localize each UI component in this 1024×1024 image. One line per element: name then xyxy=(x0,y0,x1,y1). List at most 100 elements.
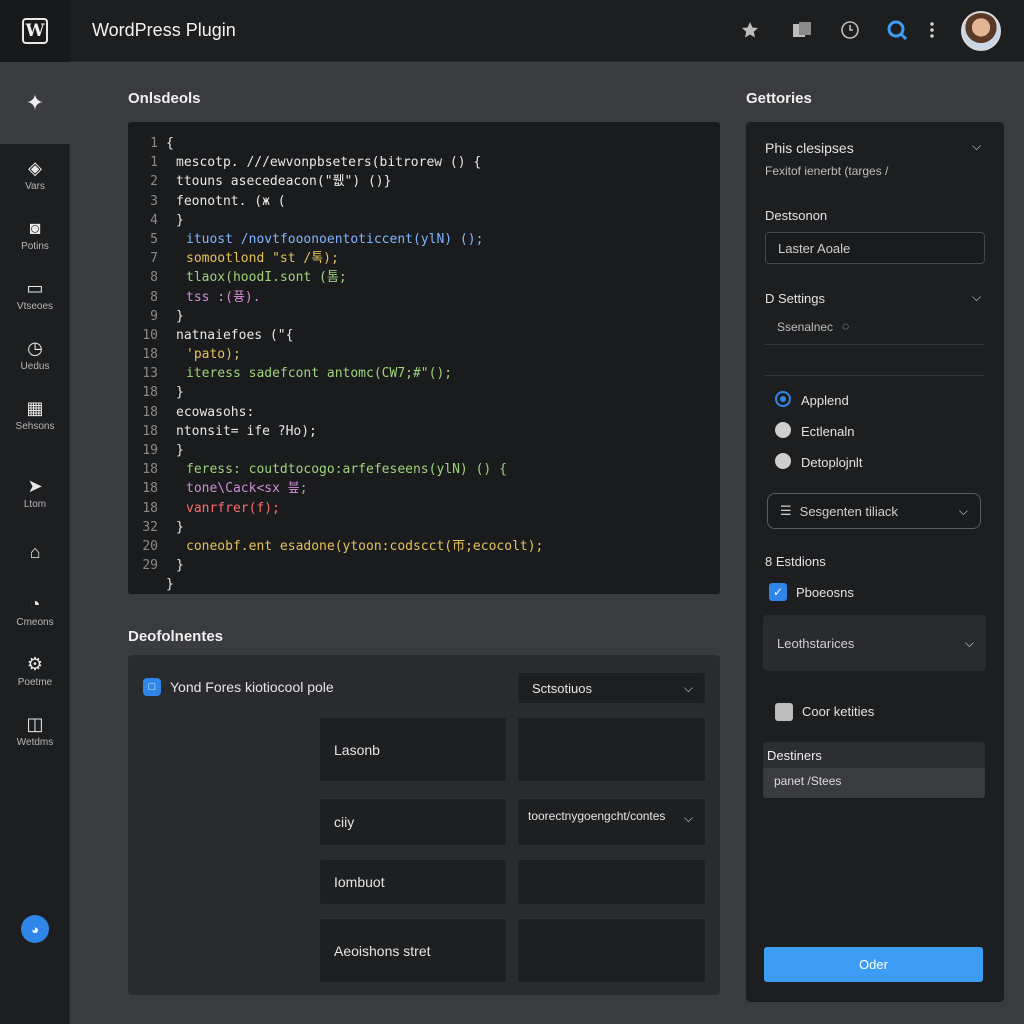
line-number xyxy=(128,575,166,594)
clock-icon[interactable] xyxy=(836,16,864,44)
code-text: 'pato); xyxy=(186,347,241,363)
copy-icon[interactable] xyxy=(788,16,816,44)
dev-row-0-left[interactable]: Lasonb xyxy=(319,717,507,782)
dev-row-3-left[interactable]: Aeoishons stret xyxy=(319,918,507,983)
code-text: ecowasohs: xyxy=(176,404,255,420)
sidebar-item-label: Potins xyxy=(21,240,49,252)
code-line: 4} xyxy=(128,211,720,230)
check-icon: □ xyxy=(148,681,156,693)
sidebar-home[interactable]: ✦ xyxy=(0,62,70,144)
line-number: 3 xyxy=(150,193,158,209)
code-text: iteress sadefcont antomc(CW7;#"(); xyxy=(186,366,453,382)
dev-row-1-select[interactable]: toorectnygoengcht/contes ⌵ xyxy=(517,798,706,846)
code-text: } xyxy=(166,577,174,593)
checkbox-coor-ketities[interactable] xyxy=(775,703,793,721)
dev-row-2-left[interactable]: Iombuot xyxy=(319,859,507,905)
line-number: 18 xyxy=(142,481,158,497)
checkbox-pboeosns[interactable]: ✓ xyxy=(769,583,787,601)
code-line: 18 tone\Cack<sx 븦; xyxy=(128,479,720,498)
sidebar-item-vars[interactable]: ◈ Vars xyxy=(0,146,70,202)
destination-input[interactable]: Laster Aoale xyxy=(765,232,985,264)
destiners-value: panet /Stees xyxy=(774,774,842,788)
chevron-down-icon[interactable]: ⌵ xyxy=(972,139,981,154)
more-icon[interactable] xyxy=(918,16,946,44)
radio-label: Detoplojnlt xyxy=(801,455,863,470)
code-line: 7 somootlond "st /톡); xyxy=(128,249,720,268)
sidebar-item-ltom[interactable]: ➤ Ltom xyxy=(0,464,70,520)
home-icon: ⌂ xyxy=(29,542,41,562)
radio-applend[interactable] xyxy=(775,391,791,407)
app-title: WordPress Plugin xyxy=(92,20,236,40)
divider xyxy=(765,375,984,376)
sidebar-item-label: Uedus xyxy=(20,360,50,372)
checkbox-label: Coor ketities xyxy=(802,704,875,719)
star-icon[interactable] xyxy=(736,16,764,44)
line-number: 18 xyxy=(142,423,158,439)
code-line: 18 feress: coutdtocogo:arfefeseens(ylN) (… xyxy=(128,460,720,479)
line-number: 7 xyxy=(150,251,158,267)
sidebar-item-cmeons[interactable]: ◔ Cmeons xyxy=(0,582,70,638)
line-number: 18 xyxy=(142,404,158,420)
segment-select[interactable]: ☰ Sesgenten tiliack ⌵ xyxy=(767,493,981,529)
code-text: mescotp. ///ewvonpbseters(bitrorew () { xyxy=(176,155,482,171)
dev-row-0-right[interactable] xyxy=(517,717,706,782)
chevron-down-icon[interactable]: ⌵ xyxy=(972,290,981,305)
sidebar-item-uedus[interactable]: ◷ Uedus xyxy=(0,326,70,382)
check-icon: ✓ xyxy=(772,585,784,599)
send-icon: ➤ xyxy=(27,475,43,496)
radio-label: Ectlenaln xyxy=(801,424,855,439)
code-line: 2 ttouns asecedeacon("퓂") ()} xyxy=(128,172,720,191)
code-text: somootlond "st /톡); xyxy=(186,251,339,267)
sidebar-item-label: Sehsons xyxy=(15,420,55,432)
code-text: tlaox(hoodI.sont (톰; xyxy=(186,270,347,286)
line-number: 10 xyxy=(142,327,158,343)
help-icon[interactable]: ◕ xyxy=(21,915,49,943)
code-text: feress: coutdtocogo:arfefeseens(ylN) () … xyxy=(186,462,507,478)
code-text: } xyxy=(176,443,184,458)
dev-row-2-right[interactable] xyxy=(517,859,706,905)
code-line: 19} xyxy=(128,441,720,460)
chevron-down-icon: ⌵ xyxy=(683,811,693,825)
line-number: 18 xyxy=(142,462,158,478)
line-number: 29 xyxy=(142,558,158,574)
code-text: coneobf.ent esadone(ytoon:codscct(帀;ecoc… xyxy=(186,538,544,554)
sidebar-item-poetme[interactable]: ⚙ Poetme xyxy=(0,642,70,698)
search-icon[interactable] xyxy=(883,16,911,44)
gauge-icon: ◔ xyxy=(29,593,41,614)
sidebar-item-wetdms[interactable]: ◫ Wetdms xyxy=(0,702,70,758)
dev-checkbox[interactable]: □ xyxy=(143,678,161,696)
sidebar-item-sehsons[interactable]: ▦ Sehsons xyxy=(0,386,70,442)
primary-button[interactable]: Oder xyxy=(764,947,983,982)
dev-row-1-left[interactable]: ciiy xyxy=(319,798,507,846)
info-icon[interactable]: ◌ xyxy=(842,319,849,333)
line-number: 8 xyxy=(150,289,158,305)
code-text: natnaiefoes ("{ xyxy=(176,327,294,343)
radio-detoplojnlt[interactable] xyxy=(775,453,791,469)
destiners-title: Destiners xyxy=(763,742,985,768)
line-number: 5 xyxy=(150,231,158,247)
line-number: 4 xyxy=(150,212,158,228)
dev-select-value: Sctsotiuos xyxy=(532,680,592,696)
code-line: 8 tss :(퓽). xyxy=(128,288,720,307)
code-editor[interactable]: 1{1 mescotp. ///ewvonpbseters(bitrorew ()… xyxy=(128,122,720,594)
code-line: 13 iteress sadefcont antomc(CW7;#"(); xyxy=(128,364,720,383)
sidebar-item-vtseoes[interactable]: ▭ Vtseoes xyxy=(0,266,70,322)
dev-select[interactable]: Sctsotiuos ⌵ xyxy=(517,672,706,704)
dropdown-title[interactable]: Phis clesipses xyxy=(765,140,854,156)
dropdown-leothstarices[interactable]: Leothstarices ⌵ xyxy=(763,615,986,671)
logo-box[interactable]: W xyxy=(0,0,70,62)
sidebar: ✦ ◈ Vars ◙ Potins ▭ Vtseoes ◷ Uedus ▦ Se… xyxy=(0,62,70,1024)
sidebar-item-potins[interactable]: ◙ Potins xyxy=(0,206,70,262)
line-number: 2 xyxy=(150,174,158,190)
avatar[interactable] xyxy=(961,11,1001,51)
radio-ectlenaln[interactable] xyxy=(775,422,791,438)
monitor-icon: ▭ xyxy=(26,277,44,298)
code-text: tone\Cack<sx 븦; xyxy=(186,481,308,497)
dev-row-3-right[interactable] xyxy=(517,918,706,983)
shield-icon: ◈ xyxy=(28,157,42,178)
status-label: 8 Estdions xyxy=(765,554,826,569)
code-text: feonotnt. (ж ( xyxy=(176,193,286,209)
sidebar-item-home[interactable]: ⌂ xyxy=(0,524,70,580)
settings-label[interactable]: D Settings xyxy=(765,291,825,306)
destiners-box[interactable]: Destiners panet /Stees xyxy=(763,742,985,798)
